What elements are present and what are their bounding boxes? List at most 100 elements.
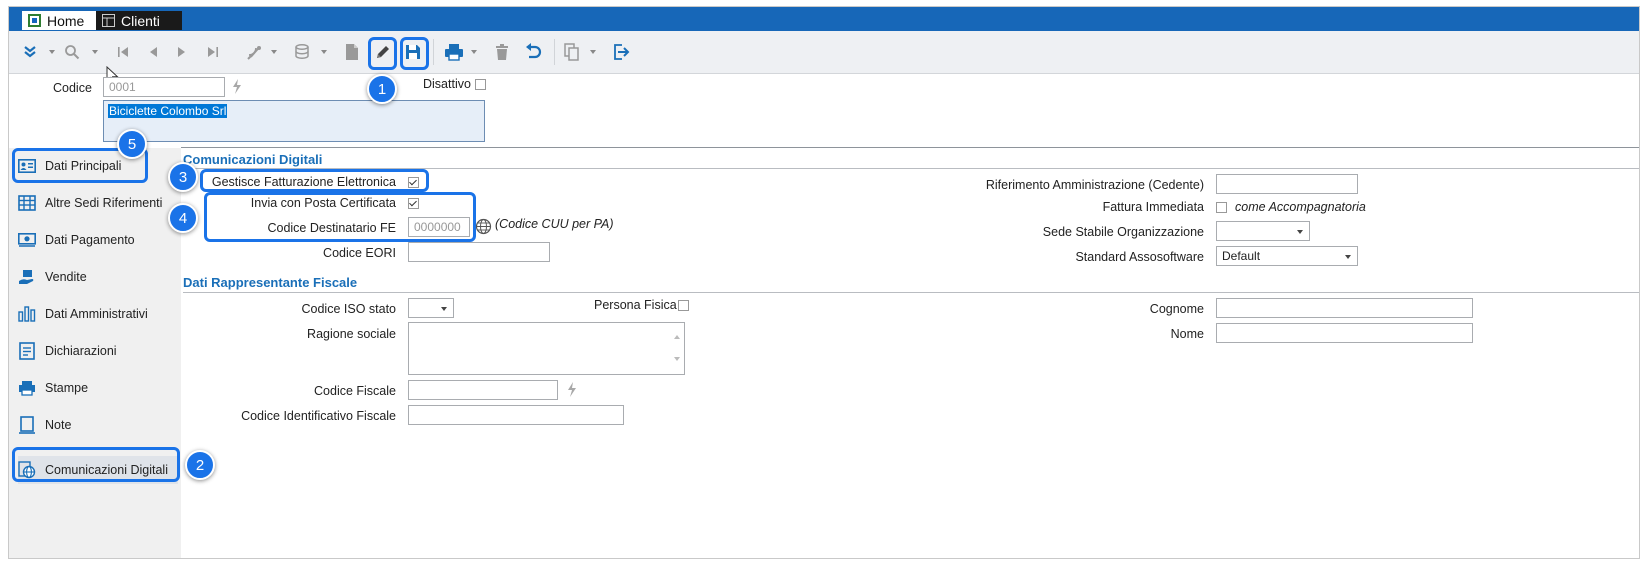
- sidebar-item-label: Stampe: [45, 381, 89, 395]
- nome-input[interactable]: [1216, 323, 1473, 343]
- riferimento-amm-input[interactable]: [1216, 174, 1358, 194]
- expand-button[interactable]: [17, 39, 43, 65]
- codice-cuu-note: (Codice CUU per PA): [495, 217, 614, 231]
- sidebar-item-label: Dati Pagamento: [45, 233, 135, 247]
- tab-home[interactable]: Home: [22, 11, 98, 30]
- section-title-rappresentante: Dati Rappresentante Fiscale: [183, 275, 358, 290]
- tab-home-label: Home: [47, 12, 85, 29]
- next-record-button[interactable]: [172, 39, 192, 65]
- previous-icon: [150, 47, 157, 57]
- sidebar-item-stampe[interactable]: Stampe: [18, 374, 178, 402]
- cognome-input[interactable]: [1216, 298, 1473, 318]
- callout-4: 4: [168, 203, 198, 233]
- lightning-icon[interactable]: [566, 381, 578, 398]
- come-accompagnatoria-label: come Accompagnatoria: [1235, 200, 1366, 214]
- highlight-gestisce: [200, 169, 429, 192]
- database-icon: [295, 44, 309, 59]
- sidebar-item-dati-amministrativi[interactable]: Dati Amministrativi: [18, 300, 178, 328]
- cognome-label: Cognome: [1149, 302, 1204, 316]
- sidebar-item-dichiarazioni[interactable]: Dichiarazioni: [18, 337, 178, 365]
- codice-fiscale-input[interactable]: [408, 380, 558, 400]
- double-chevron-down-icon: [24, 46, 36, 58]
- sidebar-item-vendite[interactable]: Vendite: [18, 263, 178, 291]
- database-button[interactable]: [291, 39, 315, 65]
- standard-assosoftware-label: Standard Assosoftware: [1075, 250, 1204, 264]
- callout-3: 3: [168, 162, 198, 192]
- persona-fisica-checkbox[interactable]: [678, 300, 689, 311]
- sidebar-item-label: Altre Sedi Riferimenti: [45, 196, 163, 210]
- ragione-sociale-textarea[interactable]: [408, 322, 685, 375]
- codice-input[interactable]: [103, 77, 225, 97]
- building-icon: [18, 194, 36, 212]
- printer-icon: [18, 379, 36, 397]
- search-icon: [65, 45, 80, 60]
- iso-stato-label: Codice ISO stato: [301, 302, 397, 316]
- app-window: Home Clienti Codice 0001 Disattivo Bicic…: [8, 6, 1640, 559]
- next-icon: [178, 47, 185, 57]
- highlight-edit: [368, 37, 397, 70]
- delete-button[interactable]: [491, 39, 513, 65]
- fattura-immediata-checkbox[interactable]: [1216, 202, 1227, 213]
- printer-icon: [445, 44, 463, 61]
- section-title-comunicazioni: Comunicazioni Digitali: [183, 152, 323, 167]
- persona-fisica-label: Persona Fisica: [594, 298, 677, 312]
- sidebar: Dati Principali Altre Sedi Riferimenti D…: [9, 148, 181, 558]
- globe-icon[interactable]: [475, 218, 492, 235]
- iso-stato-select[interactable]: [408, 298, 454, 318]
- eori-input[interactable]: [408, 242, 550, 262]
- note-icon: [18, 416, 36, 434]
- eori-label: Codice EORI: [323, 246, 396, 260]
- riferimento-amm-label: Riferimento Amministrazione (Cedente): [985, 178, 1204, 192]
- ragione-sociale-label: Ragione sociale: [307, 327, 396, 341]
- sidebar-item-label: Vendite: [45, 270, 87, 284]
- undo-button[interactable]: [520, 39, 546, 65]
- previous-record-button[interactable]: [143, 39, 163, 65]
- sidebar-item-altre-sedi[interactable]: Altre Sedi Riferimenti: [18, 189, 178, 217]
- lightning-icon[interactable]: [231, 78, 243, 95]
- print-button[interactable]: [441, 39, 467, 65]
- new-document-button[interactable]: [341, 39, 363, 65]
- sede-stabile-label: Sede Stabile Organizzazione: [1042, 225, 1204, 239]
- disattivo-checkbox[interactable]: [475, 79, 486, 90]
- standard-assosoftware-value: Default: [1222, 249, 1261, 263]
- money-icon: [18, 231, 36, 249]
- trash-icon: [496, 44, 508, 60]
- clients-table-icon: [102, 14, 115, 27]
- callout-2: 2: [185, 450, 215, 480]
- standard-assosoftware-select[interactable]: Default: [1216, 246, 1358, 266]
- first-icon: [118, 47, 128, 57]
- codice-id-fiscale-label: Codice Identificativo Fiscale: [241, 409, 396, 423]
- disattivo-label: Disattivo: [423, 77, 471, 91]
- highlight-comunicazioni-digitali: [12, 447, 180, 482]
- exit-icon: [614, 44, 630, 60]
- sidebar-item-label: Dati Amministrativi: [45, 307, 148, 321]
- divider: [181, 147, 1639, 148]
- tab-clienti[interactable]: Clienti: [96, 11, 182, 30]
- last-record-button[interactable]: [203, 39, 223, 65]
- ragione-sociale-field[interactable]: Biciclette Colombo Srl: [103, 100, 485, 142]
- sidebar-item-note[interactable]: Note: [18, 411, 178, 439]
- highlight-pec-destinatario: [204, 192, 476, 242]
- toolbar: [9, 31, 1639, 74]
- highlight-save: [400, 37, 429, 70]
- ragione-sociale-text: Biciclette Colombo Srl: [108, 104, 228, 118]
- undo-icon: [526, 43, 542, 59]
- callout-1: 1: [367, 74, 397, 104]
- section-divider: [183, 292, 1639, 293]
- title-bar: Home Clienti: [9, 7, 1639, 31]
- satellite-icon: [247, 46, 261, 60]
- fattura-immediata-label: Fattura Immediata: [1102, 200, 1204, 214]
- document-icon: [18, 342, 36, 360]
- sales-icon: [18, 268, 36, 286]
- sede-stabile-select[interactable]: [1216, 221, 1310, 241]
- satellite-button[interactable]: [243, 39, 267, 65]
- copy-button[interactable]: [561, 39, 583, 65]
- exit-button[interactable]: [609, 39, 633, 65]
- search-button[interactable]: [61, 39, 83, 65]
- codice-id-fiscale-input[interactable]: [408, 405, 624, 425]
- codice-fiscale-label: Codice Fiscale: [314, 384, 396, 398]
- sidebar-item-dati-pagamento[interactable]: Dati Pagamento: [18, 226, 178, 254]
- last-icon: [208, 47, 218, 57]
- codice-label: Codice: [53, 81, 92, 95]
- first-record-button[interactable]: [113, 39, 133, 65]
